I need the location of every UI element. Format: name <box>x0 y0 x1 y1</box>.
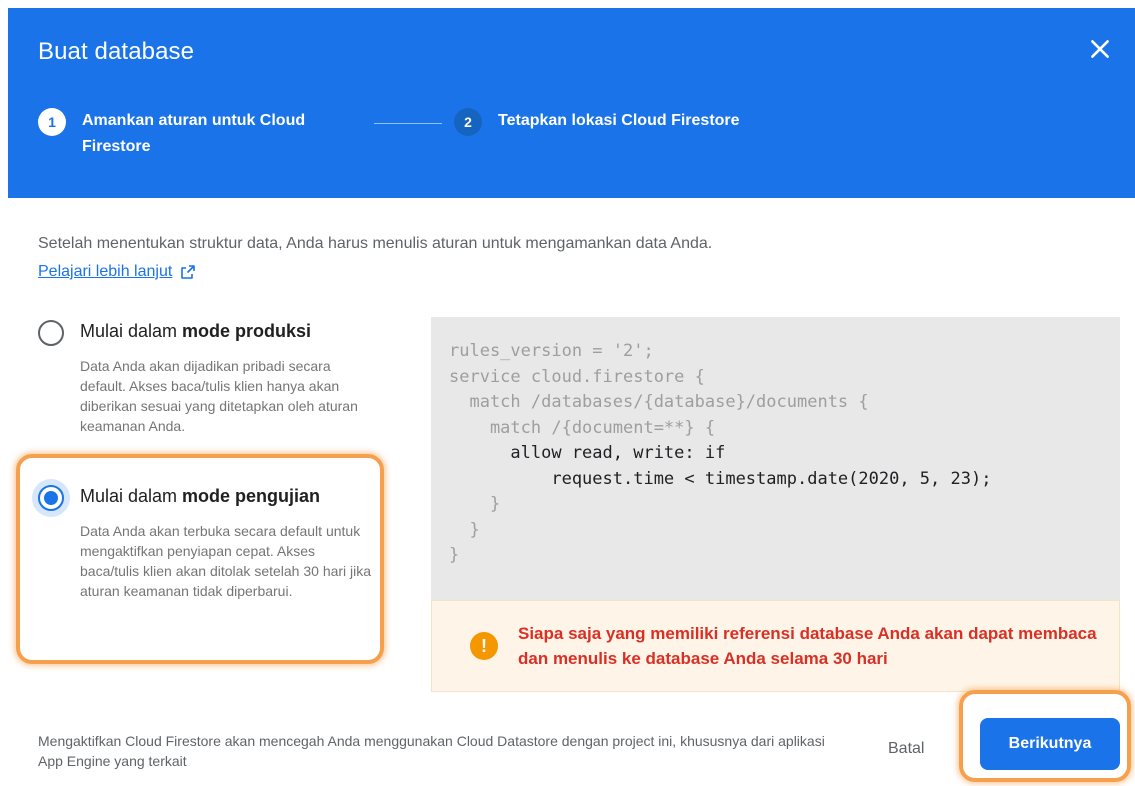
code-line: match /databases/{database}/documents { <box>449 392 869 412</box>
next-button[interactable]: Berikutnya <box>980 718 1120 770</box>
step-2-number: 2 <box>454 108 482 136</box>
option-production-title: Mulai dalam mode produksi <box>80 321 311 342</box>
code-line: service cloud.firestore { <box>449 366 705 387</box>
step-1-number: 1 <box>38 108 66 136</box>
radio-production-mode[interactable] <box>38 320 64 346</box>
intro-text: Setelah menentukan struktur data, Anda h… <box>38 235 713 252</box>
option-production-title-bold: mode produksi <box>182 321 312 341</box>
code-line: } <box>449 545 460 565</box>
option-test-title-bold: mode pengujian <box>182 486 321 506</box>
step-1: 1 Amankan aturan untuk Cloud Firestore <box>38 108 352 160</box>
stepper-connector <box>374 123 442 124</box>
warning-banner: ! Siapa saja yang memiliki referensi dat… <box>431 600 1120 692</box>
external-link-icon <box>181 265 196 279</box>
option-production-title-prefix: Mulai dalam <box>80 321 183 341</box>
footer-note: Mengaktifkan Cloud Firestore akan menceg… <box>38 733 825 769</box>
warning-icon: ! <box>470 632 498 660</box>
radio-test-mode[interactable] <box>38 485 64 511</box>
warning-text: Siapa saja yang memiliki referensi datab… <box>518 624 1097 668</box>
learn-more-label: Pelajari lebih lanjut <box>38 263 173 280</box>
code-line: } <box>449 519 480 540</box>
close-icon[interactable] <box>1087 36 1113 62</box>
code-line: } <box>449 494 501 514</box>
step-2-label: Tetapkan lokasi Cloud Firestore <box>498 112 740 129</box>
create-database-dialog: Buat database 1 Amankan aturan untuk Clo… <box>8 8 1135 786</box>
dialog-header: Buat database 1 Amankan aturan untuk Clo… <box>8 8 1135 198</box>
step-1-label: Amankan aturan untuk Cloud Firestore <box>82 112 306 155</box>
code-line: rules_version = '2'; <box>449 341 654 361</box>
code-line-highlight: allow read, write: if <box>449 443 726 463</box>
step-2: 2 Tetapkan lokasi Cloud Firestore <box>454 108 740 136</box>
cancel-button[interactable]: Batal <box>888 729 924 769</box>
code-line-highlight: request.time < timestamp.date(2020, 5, 2… <box>449 468 992 489</box>
option-test-description: Data Anda akan terbuka secara default un… <box>80 523 372 599</box>
dialog-title: Buat database <box>38 38 195 65</box>
option-test-title-prefix: Mulai dalam <box>80 486 183 506</box>
option-production-description: Data Anda akan dijadikan pribadi secara … <box>80 358 358 434</box>
code-line: match /{document=**} { <box>449 417 716 438</box>
security-rules-code: rules_version = '2'; service cloud.fires… <box>431 317 1120 600</box>
learn-more-link[interactable]: Pelajari lebih lanjut <box>38 263 196 281</box>
option-test-title: Mulai dalam mode pengujian <box>80 486 320 507</box>
